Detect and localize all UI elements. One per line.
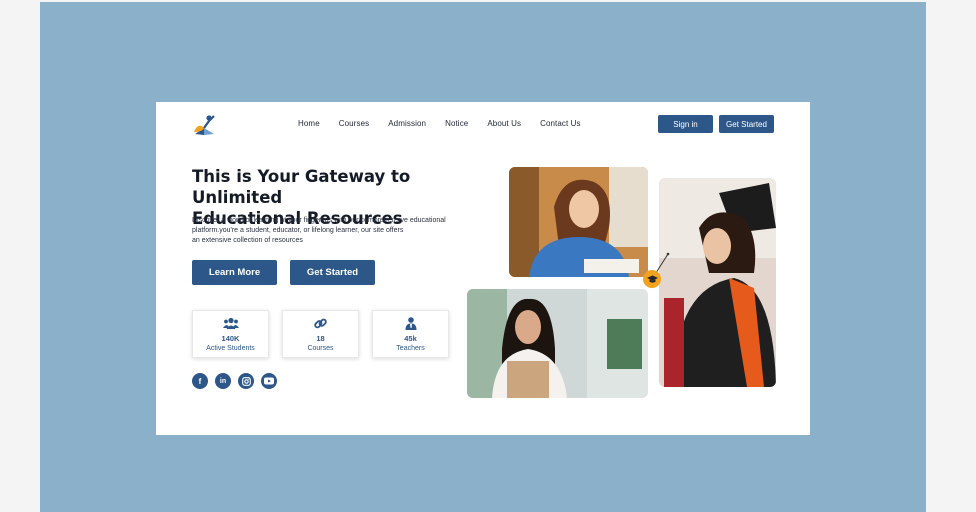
header-get-started-button[interactable]: Get Started — [719, 115, 774, 133]
main-nav: Home Courses Admission Notice About Us C… — [298, 119, 600, 128]
teacher-icon — [405, 317, 416, 330]
stat-value: 140K — [221, 334, 240, 343]
sign-in-button[interactable]: Sign in — [658, 115, 713, 133]
nav-home[interactable]: Home — [298, 119, 320, 128]
stat-card-courses: 18 Courses — [282, 310, 359, 358]
stat-label: Courses — [307, 345, 334, 352]
nav-notice[interactable]: Notice — [445, 119, 468, 128]
nav-admission[interactable]: Admission — [388, 119, 426, 128]
users-icon — [222, 317, 239, 329]
photo-graduate — [659, 178, 776, 387]
logo-icon[interactable] — [192, 112, 218, 136]
stat-card-students: 140K Active Students — [192, 310, 269, 358]
facebook-icon[interactable]: f — [192, 373, 208, 389]
link-icon — [314, 318, 327, 329]
hero-desc-line3: an extensive collection of resources — [192, 237, 303, 244]
stat-value: 45k — [404, 334, 417, 343]
graduation-cap-icon — [643, 270, 661, 288]
instagram-icon[interactable] — [238, 373, 254, 389]
nav-contact-us[interactable]: Contact Us — [540, 119, 581, 128]
stat-value: 18 — [316, 334, 325, 343]
photo-student-studying — [509, 167, 648, 277]
hero-title-line1: This is Your Gateway to Unlimited — [192, 167, 411, 207]
nav-courses[interactable]: Courses — [339, 119, 370, 128]
nav-about-us[interactable]: About Us — [487, 119, 521, 128]
learn-more-button[interactable]: Learn More — [192, 260, 277, 285]
hero-description: Discover a world of learning at your fin… — [192, 216, 497, 246]
youtube-icon[interactable] — [261, 373, 277, 389]
hero-get-started-button[interactable]: Get Started — [290, 260, 375, 285]
hero-desc-line1: Discover a world of learning at your fin… — [192, 217, 446, 224]
stat-label: Teachers — [396, 345, 425, 352]
stat-label: Active Students — [206, 345, 255, 352]
linkedin-icon[interactable]: in — [215, 373, 231, 389]
photo-smiling-student — [467, 289, 648, 398]
hero-desc-line2: platform.you're a student, educator, or … — [192, 227, 404, 234]
stat-card-teachers: 45k Teachers — [372, 310, 449, 358]
